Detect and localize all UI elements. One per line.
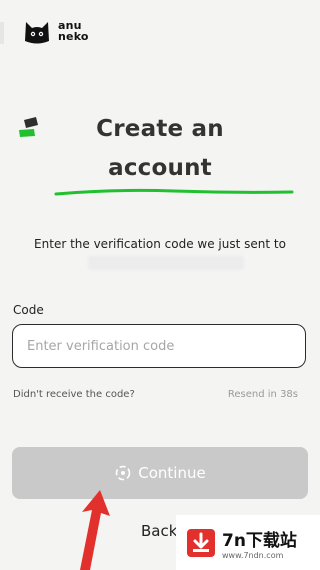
loading-spinner-icon (115, 465, 131, 481)
red-arrow-annotation-icon (80, 490, 110, 570)
download-icon (187, 528, 215, 557)
cat-logo-icon (25, 22, 49, 44)
edge-strip (0, 22, 4, 44)
continue-label: Continue (138, 464, 206, 482)
page-title-line1: Create an (96, 116, 224, 142)
title-underline-decoration (54, 188, 294, 196)
page-title-line2: account (108, 155, 212, 181)
brand-logo[interactable]: anu neko (22, 16, 89, 46)
watermark-badge: 7n下载站 www.7ndn.com (176, 515, 320, 570)
redacted-email (88, 256, 244, 270)
brand-name-line2: neko (58, 30, 89, 43)
verification-message: Enter the verification code we just sent… (34, 237, 286, 251)
code-label: Code (13, 303, 44, 317)
continue-button[interactable]: Continue (12, 447, 308, 499)
back-link[interactable]: Back (141, 522, 177, 540)
didnt-receive-text: Didn't receive the code? (13, 389, 135, 400)
verification-code-input[interactable] (12, 324, 306, 368)
brand-wordmark: anu neko (58, 20, 89, 42)
resend-countdown: Resend in 38s (227, 389, 298, 400)
watermark-title: 7n下载站 (222, 530, 297, 551)
watermark-url: www.7ndn.com (222, 550, 284, 560)
watermark-text-block: 7n下载站 www.7ndn.com (222, 526, 297, 560)
